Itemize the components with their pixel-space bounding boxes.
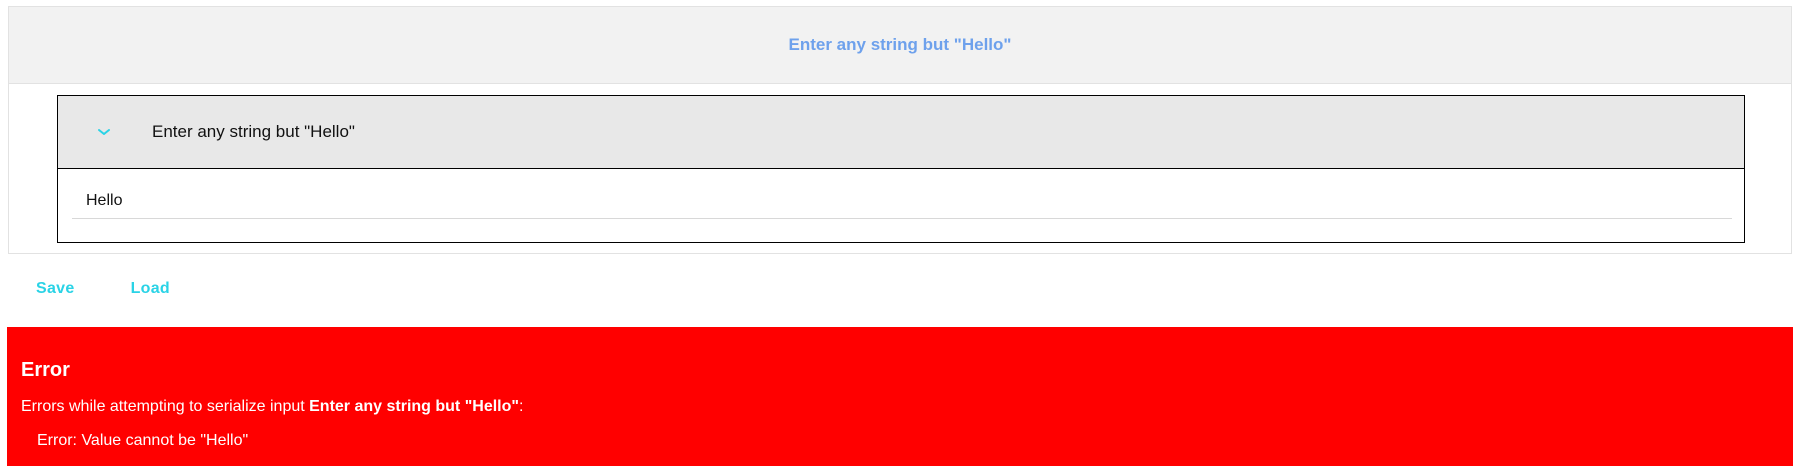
error-detail: Error: Value cannot be "Hello" bbox=[37, 432, 249, 449]
error-message-prefix: Errors while attempting to serialize inp… bbox=[21, 398, 310, 415]
form-card: Enter any string but "Hello" Enter any s… bbox=[8, 6, 1792, 254]
error-panel: Error Errors while attempting to seriali… bbox=[7, 327, 1793, 466]
error-field-name: Enter any string but "Hello" bbox=[309, 398, 519, 415]
string-field-panel: Enter any string but "Hello" bbox=[57, 95, 1745, 243]
string-input[interactable] bbox=[72, 183, 1732, 219]
string-field-label: Enter any string but "Hello" bbox=[152, 122, 355, 141]
action-bar: Save Load bbox=[14, 276, 192, 302]
form-title: Enter any string but "Hello" bbox=[9, 7, 1791, 84]
error-title: Error bbox=[21, 359, 70, 381]
load-button[interactable]: Load bbox=[109, 276, 192, 302]
error-message: Errors while attempting to serialize inp… bbox=[21, 398, 1779, 416]
string-field-body bbox=[58, 169, 1744, 243]
error-message-suffix: : bbox=[518, 398, 524, 415]
page: Enter any string but "Hello" Enter any s… bbox=[0, 0, 1799, 474]
save-button[interactable]: Save bbox=[14, 276, 97, 302]
chevron-down-icon[interactable] bbox=[84, 127, 124, 137]
string-field-header[interactable]: Enter any string but "Hello" bbox=[58, 96, 1744, 169]
